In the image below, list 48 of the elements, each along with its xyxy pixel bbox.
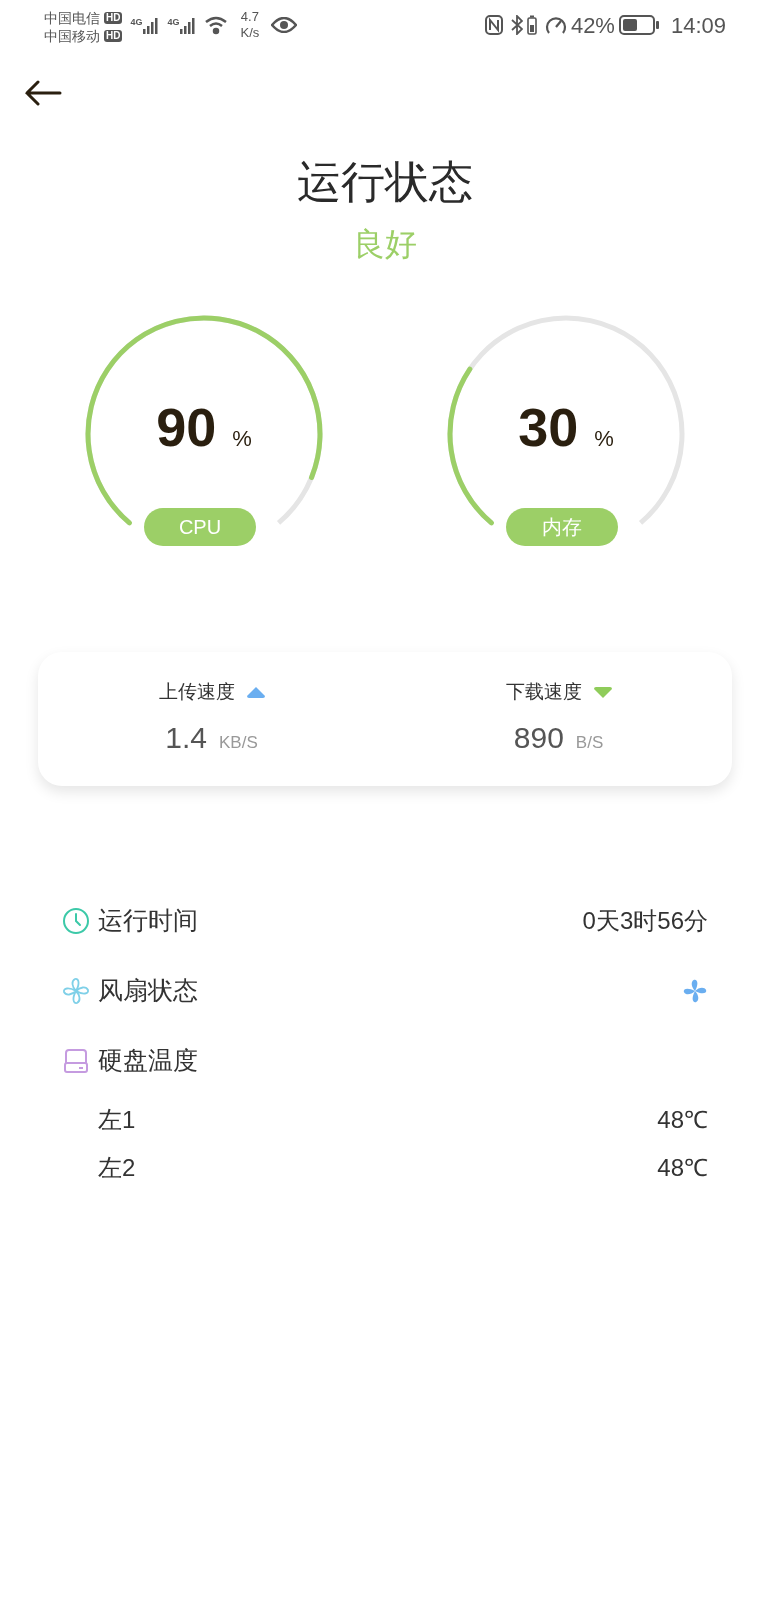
clock-time: 14:09: [670, 11, 726, 40]
net-speed-value: 4.7: [240, 9, 259, 25]
info-label: 运行时间: [98, 905, 198, 937]
fan-icon: [682, 978, 708, 1004]
network-type: 4G: [130, 16, 143, 29]
gauge-label: 内存: [506, 508, 618, 546]
info-label: 硬盘温度: [98, 1045, 198, 1077]
speed-value: 890: [513, 719, 564, 756]
disk-label: 左1: [98, 1105, 136, 1135]
signal-icon: [143, 16, 160, 34]
speed-value: 1.4: [165, 719, 207, 756]
gauge-value: 90: [156, 400, 217, 454]
fan-icon: [62, 977, 90, 1005]
battery-percent: 42%: [570, 11, 615, 40]
carrier-name: 中国电信: [44, 9, 100, 27]
battery-small-icon: [526, 15, 537, 35]
back-arrow-icon: [24, 80, 62, 106]
gauge-unit: %: [232, 425, 252, 453]
disk-temperature: 48℃: [657, 1153, 708, 1183]
battery-icon: [618, 15, 659, 35]
speed-label: 上传速度: [158, 680, 235, 705]
network-type: 4G: [167, 16, 180, 29]
speed-unit: KB/S: [219, 731, 258, 754]
bluetooth-icon: [510, 15, 523, 35]
hard-disk-icon: [62, 1047, 90, 1075]
back-button[interactable]: [24, 80, 62, 106]
clock-icon: [62, 907, 90, 935]
page-title: 运行状态: [297, 156, 473, 208]
signal-icon: [180, 16, 197, 34]
eye-icon: [271, 17, 298, 33]
wifi-icon: [204, 15, 229, 35]
status-text: 良好: [353, 225, 417, 264]
gauge-label: CPU: [144, 508, 256, 546]
hd-badge: HD: [104, 30, 123, 42]
info-value: 0天3时56分: [582, 906, 708, 936]
gauge-unit: %: [594, 425, 614, 453]
gauge-value: 30: [518, 400, 579, 454]
info-label: 风扇状态: [98, 975, 198, 1007]
hd-badge: HD: [104, 12, 123, 24]
net-speed-unit: K/s: [240, 25, 260, 41]
triangle-down-icon: [593, 687, 612, 698]
disk-label: 左2: [98, 1153, 136, 1183]
nfc-icon: [484, 15, 503, 35]
speed-label: 下载速度: [505, 680, 582, 705]
speedometer-icon: [544, 15, 567, 35]
disk-temperature: 48℃: [657, 1105, 708, 1135]
carrier-name: 中国移动: [44, 27, 100, 45]
speed-unit: B/S: [575, 731, 604, 754]
